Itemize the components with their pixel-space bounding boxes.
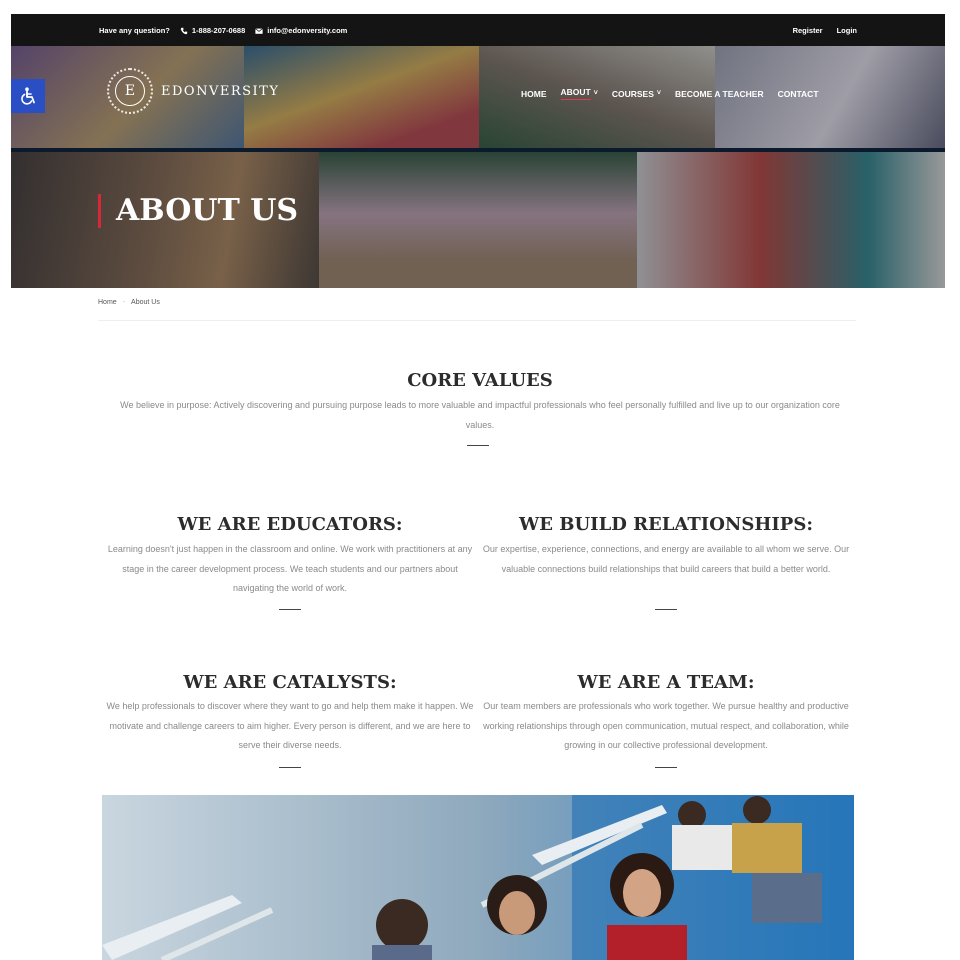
- phone-number: 1-888-207-0688: [191, 26, 246, 35]
- nav-item-become-a-teacher[interactable]: BECOME A TEACHER: [675, 87, 764, 100]
- register-link[interactable]: Register: [793, 26, 823, 35]
- breadcrumb-divider: [98, 320, 856, 321]
- value-title-catalysts: WE ARE CATALYSTS:: [183, 672, 397, 693]
- section-divider: [279, 767, 301, 768]
- nav-item-about[interactable]: ABOUT ˅: [560, 87, 598, 100]
- core-values-text: We believe in purpose: Actively discover…: [120, 400, 840, 430]
- nav-item-label: ABOUT: [560, 87, 591, 100]
- logo-letter: E: [115, 76, 145, 106]
- login-link[interactable]: Login: [837, 26, 857, 35]
- main-nav: HOME ABOUT ˅ COURSES ˅ BECOME A TEACHER …: [521, 87, 833, 100]
- section-divider: [655, 767, 677, 768]
- question-text: Have any question?: [99, 26, 170, 35]
- chevron-down-icon: ˅: [593, 90, 598, 97]
- accessibility-button[interactable]: [11, 79, 45, 113]
- value-text-relationships: Our expertise, experience, connections, …: [482, 544, 850, 574]
- phone-link[interactable]: 1-888-207-0688: [180, 26, 245, 35]
- value-title-educators: WE ARE EDUCATORS:: [177, 514, 403, 535]
- breadcrumb-current: About Us: [131, 299, 160, 306]
- value-title-relationships: WE BUILD RELATIONSHIPS:: [519, 514, 813, 535]
- page-title: ABOUT US: [98, 194, 298, 228]
- nav-item-label: BECOME A TEACHER: [674, 88, 764, 99]
- section-divider: [279, 609, 301, 610]
- value-text-catalysts: We help professionals to discover where …: [106, 701, 474, 750]
- top-bar: Have any question? 1-888-207-0688 info@e…: [11, 14, 945, 46]
- email-link[interactable]: info@edonversity.com: [255, 26, 347, 35]
- value-title-team: WE ARE A TEAM:: [577, 672, 755, 693]
- logo-wordmark: EDONVERSITY: [161, 83, 280, 99]
- students-photo: [102, 795, 854, 960]
- email-address: info@edonversity.com: [267, 26, 348, 35]
- hero-divider: [11, 148, 945, 152]
- nav-item-label: COURSES: [611, 88, 654, 99]
- chevron-down-icon: ˅: [656, 90, 661, 97]
- section-divider: [467, 445, 489, 446]
- breadcrumb-home[interactable]: Home: [98, 299, 117, 306]
- nav-item-courses[interactable]: COURSES ˅: [612, 87, 661, 100]
- nav-item-label: CONTACT: [777, 88, 819, 99]
- core-values-title: CORE VALUES: [407, 370, 553, 391]
- hero-banner: E EDONVERSITY HOME ABOUT ˅ COURSES ˅ BEC…: [11, 46, 945, 288]
- logo-emblem: E: [107, 68, 153, 114]
- value-text-team: Our team members are professionals who w…: [483, 701, 849, 750]
- section-divider: [655, 609, 677, 610]
- breadcrumb: Home - About Us: [98, 299, 160, 306]
- nav-item-label: HOME: [521, 88, 547, 99]
- phone-icon: [180, 27, 188, 34]
- value-text-educators: Learning doesn't just happen in the clas…: [107, 544, 473, 593]
- site-logo[interactable]: E EDONVERSITY: [107, 68, 279, 114]
- envelope-icon: [255, 27, 264, 34]
- breadcrumb-separator: -: [122, 299, 126, 306]
- nav-item-home[interactable]: HOME: [521, 87, 547, 100]
- nav-item-contact[interactable]: CONTACT: [778, 87, 819, 100]
- accessibility-icon: [21, 87, 35, 105]
- students-illustration: [102, 795, 854, 960]
